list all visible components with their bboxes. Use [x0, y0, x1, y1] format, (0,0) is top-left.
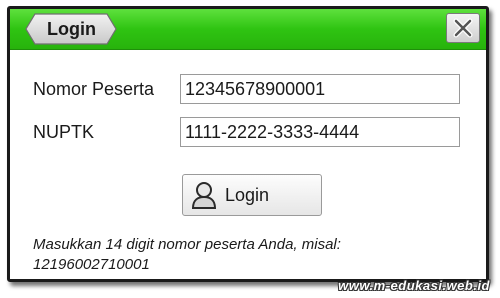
- login-button[interactable]: Login: [182, 174, 322, 216]
- login-button-label: Login: [225, 185, 270, 205]
- login-dialog: Login Nomor Peserta NUPTK Login Masukkan…: [7, 6, 489, 282]
- hint-text: Masukkan 14 digit nomor peserta Anda, mi…: [33, 235, 473, 275]
- dialog-titlebar: Login: [10, 9, 486, 50]
- hint-line-2: 12196002710001: [33, 256, 150, 273]
- close-x-icon: [453, 18, 473, 38]
- close-button[interactable]: [446, 13, 480, 43]
- watermark: www.m-edukasi.web.id: [338, 278, 490, 293]
- nomor-peserta-input[interactable]: [180, 74, 460, 104]
- hint-line-1: Masukkan 14 digit nomor peserta Anda, mi…: [33, 236, 341, 253]
- user-icon: [191, 182, 217, 209]
- dialog-title: Login: [47, 19, 96, 39]
- screenshot-canvas: Login Nomor Peserta NUPTK Login Masukkan…: [0, 0, 500, 298]
- nuptk-label: NUPTK: [33, 122, 95, 142]
- nomor-peserta-label: Nomor Peserta: [33, 79, 155, 99]
- nuptk-input[interactable]: [180, 117, 460, 147]
- title-tab: Login: [25, 13, 117, 45]
